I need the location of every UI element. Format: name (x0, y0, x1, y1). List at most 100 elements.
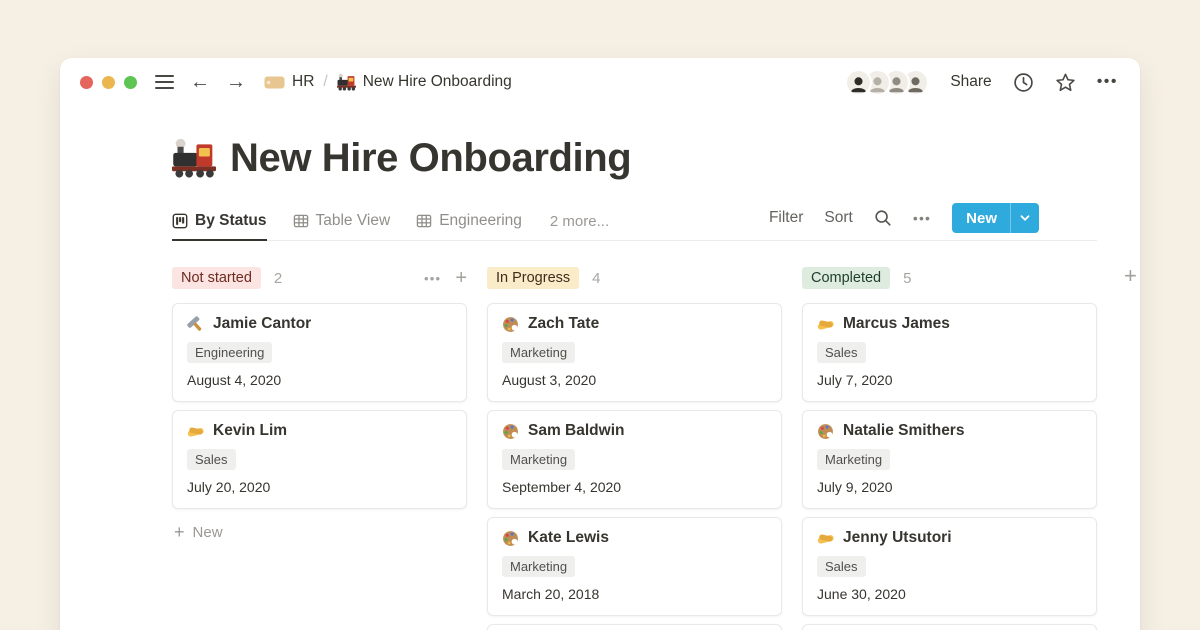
page: ← → HR / New Hire Onboarding (0, 0, 1200, 630)
table-view-icon (416, 213, 432, 229)
kanban-card[interactable]: Zach Tate Marketing August 3, 2020 (487, 303, 782, 402)
window-controls (80, 76, 137, 89)
app-window: ← → HR / New Hire Onboarding (60, 58, 1140, 630)
breadcrumb-page[interactable]: New Hire Onboarding (337, 73, 512, 92)
hammer-emoji-icon (187, 316, 204, 333)
breadcrumb-workspace[interactable]: HR (264, 73, 314, 91)
department-tag: Marketing (817, 449, 890, 470)
view-more-icon[interactable]: ••• (913, 210, 931, 226)
start-date: September 4, 2020 (502, 479, 767, 495)
new-button-dropdown[interactable] (1010, 203, 1039, 233)
column-not-started: Not started 2 ••• + Jamie Cantor Enginee… (172, 265, 467, 630)
kanban-card[interactable]: Kate Lewis Marketing March 20, 2018 (487, 517, 782, 616)
close-window-button[interactable] (80, 76, 93, 89)
breadcrumb-page-label: New Hire Onboarding (363, 73, 512, 91)
table-view-icon (293, 213, 309, 229)
new-button[interactable]: New (952, 203, 1039, 233)
kanban-card[interactable]: Jenny Utsutori Sales June 30, 2020 (802, 517, 1097, 616)
filter-button[interactable]: Filter (769, 209, 803, 227)
search-icon[interactable] (874, 209, 892, 227)
tab-label: By Status (195, 212, 267, 230)
department-tag: Sales (817, 556, 866, 577)
view-tabs: By Status Table View Engineering 2 more.… (172, 212, 609, 240)
department-tag: Sales (187, 449, 236, 470)
view-tabs-row: By Status Table View Engineering 2 more.… (172, 203, 1097, 241)
card-person-name: Natalie Smithers (843, 422, 964, 440)
add-column-button[interactable]: + (1124, 265, 1137, 287)
handshake-emoji-icon (817, 316, 834, 333)
card-person-name: Marcus James (843, 315, 950, 333)
kanban-card[interactable]: Marcus James Sales July 7, 2020 (802, 303, 1097, 402)
card-person-name: Zach Tate (528, 315, 599, 333)
share-button[interactable]: Share (950, 73, 991, 91)
kanban-card[interactable]: Kevin Lim Sales July 20, 2020 (172, 410, 467, 509)
page-title-text: New Hire Onboarding (230, 136, 631, 181)
department-tag: Sales (817, 342, 866, 363)
palette-emoji-icon (502, 423, 519, 440)
sort-button[interactable]: Sort (824, 209, 852, 227)
add-card-label: New (193, 524, 223, 541)
zoom-window-button[interactable] (124, 76, 137, 89)
department-tag: Marketing (502, 556, 575, 577)
board-view-icon (172, 213, 188, 229)
card-count: 5 (903, 270, 911, 287)
card-person-name: Jenny Utsutori (843, 529, 952, 547)
card-person-name: Jamie Cantor (213, 315, 311, 333)
palette-emoji-icon (502, 530, 519, 547)
more-options-icon[interactable]: ••• (1097, 73, 1118, 91)
tab-table-view[interactable]: Table View (293, 212, 391, 240)
column-in-progress: In Progress 4 Zach Tate Marketing August… (487, 265, 782, 630)
new-button-label[interactable]: New (952, 203, 1010, 233)
kanban-card[interactable]: Sam Baldwin Marketing September 4, 2020 (487, 410, 782, 509)
forward-arrow-icon[interactable]: → (226, 72, 246, 92)
status-badge[interactable]: In Progress (487, 267, 579, 289)
department-tag: Marketing (502, 449, 575, 470)
column-header: Not started 2 ••• + (172, 265, 467, 291)
sidebar-menu-icon[interactable] (155, 75, 174, 90)
start-date: August 3, 2020 (502, 372, 767, 388)
start-date: August 4, 2020 (187, 372, 452, 388)
window-topbar: ← → HR / New Hire Onboarding (60, 58, 1140, 106)
breadcrumb-separator: / (323, 73, 327, 91)
train-emoji-icon (337, 73, 356, 92)
page-content: New Hire Onboarding By Status Table View (60, 136, 1140, 630)
plus-icon: + (174, 523, 185, 541)
breadcrumb: HR / New Hire Onboarding (264, 73, 512, 92)
column-completed: Completed 5 Marcus James Sales July 7, 2… (802, 265, 1097, 630)
card-person-name: Kate Lewis (528, 529, 609, 547)
handshake-emoji-icon (187, 423, 204, 440)
collaborator-avatars[interactable] (845, 69, 929, 96)
start-date: March 20, 2018 (502, 586, 767, 602)
tab-by-status[interactable]: By Status (172, 212, 267, 241)
add-card-button[interactable]: + New (172, 517, 467, 547)
tab-engineering[interactable]: Engineering (416, 212, 522, 240)
status-badge[interactable]: Not started (172, 267, 261, 289)
page-title[interactable]: New Hire Onboarding (172, 136, 1140, 181)
kanban-card[interactable]: Jamie Cantor Engineering August 4, 2020 (172, 303, 467, 402)
department-tag: Marketing (502, 342, 575, 363)
column-add-card-icon[interactable]: + (455, 268, 467, 288)
start-date: July 20, 2020 (187, 479, 452, 495)
view-controls: Filter Sort ••• New (769, 203, 1039, 240)
more-tabs-button[interactable]: 2 more... (550, 213, 609, 240)
updates-clock-icon[interactable] (1013, 72, 1034, 93)
tab-label: Engineering (439, 212, 522, 230)
chevron-down-icon (1019, 212, 1031, 224)
back-arrow-icon[interactable]: ← (190, 72, 210, 92)
minimize-window-button[interactable] (102, 76, 115, 89)
favorite-star-icon[interactable] (1055, 72, 1076, 93)
topbar-actions: Share ••• (845, 69, 1118, 96)
kanban-card-partial[interactable]: Matt Murray (802, 624, 1097, 630)
palette-emoji-icon (502, 316, 519, 333)
column-options-icon[interactable]: ••• (424, 271, 441, 286)
start-date: July 7, 2020 (817, 372, 1082, 388)
train-emoji-icon (172, 137, 216, 181)
kanban-card[interactable]: Natalie Smithers Marketing July 9, 2020 (802, 410, 1097, 509)
status-badge[interactable]: Completed (802, 267, 890, 289)
tag-emoji-icon (264, 75, 285, 90)
handshake-emoji-icon (817, 530, 834, 547)
avatar[interactable] (845, 69, 872, 96)
column-actions: ••• + (424, 268, 467, 288)
card-person-name: Sam Baldwin (528, 422, 624, 440)
kanban-card-partial[interactable]: Shawn Newton (487, 624, 782, 630)
